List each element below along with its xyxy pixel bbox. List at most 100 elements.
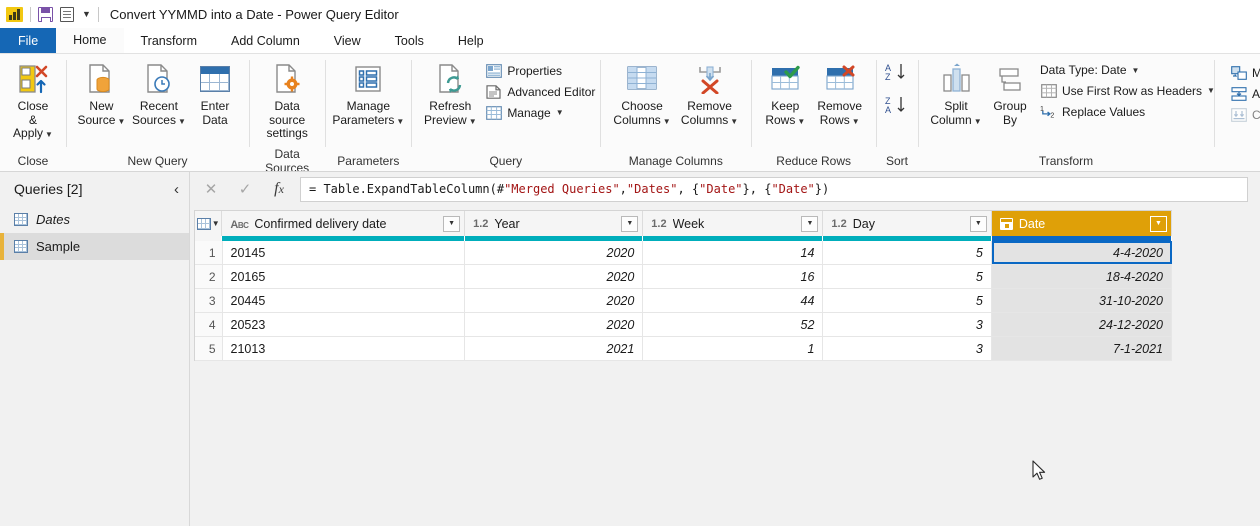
remove-rows-button[interactable]: Remove Rows ▼ (811, 59, 868, 130)
properties-button[interactable]: Properties (481, 61, 599, 80)
row-number[interactable]: 2 (195, 265, 223, 288)
column-filter-button[interactable]: ▼ (621, 215, 639, 232)
chevron-down-icon[interactable]: ▼ (469, 117, 477, 126)
grid-cell[interactable]: 5 (823, 289, 992, 312)
chevron-down-icon[interactable]: ▼ (797, 117, 805, 126)
column-header-confirmed-delivery-date[interactable]: ABC Confirmed delivery date ▼ (222, 211, 466, 236)
data-type-dropdown[interactable]: Data Type: Date ▼ (1036, 61, 1219, 79)
grid-cell[interactable]: 44 (643, 289, 824, 312)
table-row[interactable]: 1 20145 2020 14 5 4-4-2020 (195, 241, 1172, 265)
grid-cell[interactable]: 14 (643, 241, 824, 264)
query-item-sample[interactable]: Sample (0, 233, 189, 260)
checkmark-icon[interactable]: ✓ (228, 176, 262, 202)
query-item-dates[interactable]: Dates (0, 206, 189, 233)
sort-descending-button[interactable]: Z A (884, 95, 910, 120)
chevron-down-icon[interactable]: ▼ (178, 117, 186, 126)
chevron-down-icon[interactable]: ▼ (974, 117, 982, 126)
chevron-down-icon[interactable]: ▼ (396, 117, 404, 126)
row-number[interactable]: 3 (195, 289, 223, 312)
grid-cell[interactable]: 2021 (465, 337, 644, 360)
tab-file[interactable]: File (0, 28, 57, 53)
save-icon[interactable] (38, 6, 53, 22)
chevron-left-icon[interactable]: ‹ (174, 181, 179, 198)
remove-columns-button[interactable]: Remove Columns ▼ (676, 59, 744, 130)
grid-cell[interactable]: 3 (823, 337, 992, 360)
grid-cell[interactable]: 5 (823, 241, 992, 264)
grid-cell[interactable]: 24-12-2020 (991, 313, 1172, 336)
append-queries-button[interactable]: A (1226, 84, 1260, 103)
tab-transform[interactable]: Transform (124, 28, 215, 53)
combine-files-button[interactable]: C (1226, 105, 1260, 124)
grid-cell[interactable]: 2020 (465, 265, 644, 288)
grid-cell[interactable]: 1 (643, 337, 824, 360)
grid-cell[interactable]: 52 (643, 313, 824, 336)
table-row[interactable]: 5 21013 2021 1 3 7-1-2021 (195, 337, 1172, 361)
document-icon[interactable] (60, 6, 74, 22)
grid-cell[interactable]: 21013 (223, 337, 466, 360)
column-header-week[interactable]: 1.2 Week ▼ (643, 211, 824, 236)
column-header-year[interactable]: 1.2 Year ▼ (465, 211, 644, 236)
column-header-day[interactable]: 1.2 Day ▼ (823, 211, 992, 236)
keep-rows-button[interactable]: Keep Rows ▼ (759, 59, 811, 130)
close-icon[interactable]: ✕ (194, 176, 228, 202)
column-filter-button[interactable]: ▼ (801, 215, 819, 232)
enter-data-button[interactable]: Enter Data (189, 59, 241, 129)
grid-cell[interactable]: 31-10-2020 (991, 289, 1172, 312)
sort-ascending-button[interactable]: A Z (884, 62, 910, 87)
table-row[interactable]: 2 20165 2020 16 5 18-4-2020 (195, 265, 1172, 289)
fx-icon[interactable]: fx (262, 176, 296, 202)
select-all-columns-button[interactable]: ▼ (195, 211, 223, 236)
grid-cell[interactable]: 20523 (223, 313, 466, 336)
data-source-settings-button[interactable]: Data source settings (257, 59, 317, 143)
recent-sources-button[interactable]: Recent Sources ▼ (129, 59, 189, 130)
column-header-date[interactable]: Date ▼ (991, 211, 1172, 236)
group-by-button[interactable]: Group By (986, 59, 1034, 129)
table-row[interactable]: 4 20523 2020 52 3 24-12-2020 (195, 313, 1172, 337)
grid-cell[interactable]: 2020 (465, 241, 644, 264)
chevron-down-icon[interactable]: ▼ (730, 117, 738, 126)
grid-cell[interactable]: 16 (643, 265, 824, 288)
chevron-down-icon[interactable]: ▼ (117, 117, 125, 126)
replace-values-button[interactable]: 1 2 Replace Values (1036, 102, 1219, 121)
close-and-apply-button[interactable]: Close & Apply ▼ (7, 59, 59, 144)
grid-cell[interactable]: 2020 (465, 313, 644, 336)
grid-cell[interactable]: 18-4-2020 (991, 265, 1172, 288)
chevron-down-icon[interactable]: ▼ (663, 117, 671, 126)
row-number[interactable]: 1 (195, 241, 223, 264)
grid-cell[interactable]: 20445 (223, 289, 466, 312)
chevron-down-icon[interactable]: ▼ (212, 219, 220, 228)
column-filter-button[interactable]: ▼ (443, 215, 461, 232)
grid-cell[interactable]: 3 (823, 313, 992, 336)
manage-parameters-button[interactable]: Manage Parameters ▼ (332, 59, 404, 130)
tab-home[interactable]: Home (56, 28, 124, 53)
grid-cell[interactable]: 7-1-2021 (991, 337, 1172, 360)
chevron-down-icon[interactable]: ▼ (82, 9, 91, 19)
chevron-down-icon[interactable]: ▼ (1132, 66, 1140, 75)
column-filter-button[interactable]: ▼ (969, 215, 987, 232)
merge-queries-button[interactable]: M (1226, 63, 1260, 82)
row-number[interactable]: 4 (195, 313, 223, 336)
use-first-row-as-headers-button[interactable]: Use First Row as Headers ▼ (1036, 81, 1219, 100)
grid-cell[interactable]: 5 (823, 265, 992, 288)
grid-cell[interactable]: 20165 (223, 265, 466, 288)
grid-cell[interactable]: 4-4-2020 (991, 241, 1172, 264)
refresh-preview-button[interactable]: Refresh Preview ▼ (419, 59, 481, 130)
split-column-button[interactable]: Split Column ▼ (926, 59, 986, 130)
new-source-button[interactable]: New Source ▼ (74, 59, 129, 130)
choose-columns-button[interactable]: Choose Columns ▼ (608, 59, 676, 130)
table-row[interactable]: 3 20445 2020 44 5 31-10-2020 (195, 289, 1172, 313)
manage-button[interactable]: Manage ▼ (481, 103, 599, 122)
tab-help[interactable]: Help (441, 28, 501, 53)
grid-cell[interactable]: 2020 (465, 289, 644, 312)
tab-view[interactable]: View (317, 28, 378, 53)
chevron-down-icon[interactable]: ▼ (852, 117, 860, 126)
row-number[interactable]: 5 (195, 337, 223, 360)
column-filter-button[interactable]: ▼ (1149, 215, 1167, 232)
tab-tools[interactable]: Tools (378, 28, 441, 53)
formula-input[interactable]: = Table.ExpandTableColumn(# "Merged Queri… (300, 176, 1248, 202)
tab-add-column[interactable]: Add Column (214, 28, 317, 53)
chevron-down-icon[interactable]: ▼ (45, 130, 53, 139)
grid-cell[interactable]: 20145 (223, 241, 466, 264)
advanced-editor-button[interactable]: Advanced Editor (481, 82, 599, 101)
chevron-down-icon[interactable]: ▼ (556, 108, 564, 117)
